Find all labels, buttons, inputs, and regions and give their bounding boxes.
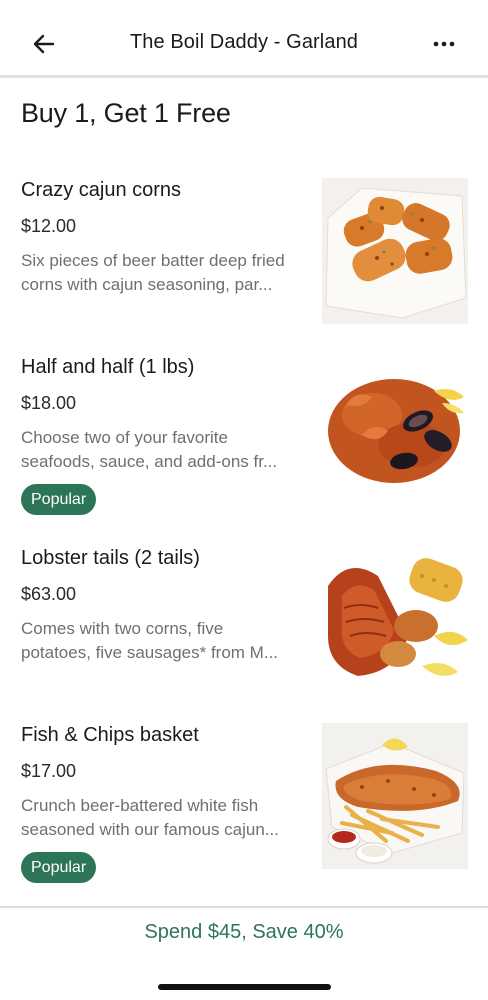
item-description-line: Crunch beer-battered white fish [21, 796, 259, 815]
store-title: The Boil Daddy - Garland [129, 31, 359, 53]
item-description: Choose two of your favorite seafoods, sa… [21, 426, 306, 474]
section-title: Buy 1, Get 1 Free [21, 98, 231, 128]
item-description-line: seafoods, sauce, and add-ons fr... [21, 452, 278, 471]
item-description-line: Six pieces of beer batter deep fried [21, 251, 285, 270]
promo-banner[interactable]: Spend $45, Save 40% [0, 921, 488, 944]
bottom-promo-bar: Spend $45, Save 40% [0, 906, 488, 1000]
back-button[interactable] [28, 28, 60, 60]
menu-item-half-and-half[interactable]: Half and half (1 lbs) $18.00 Choose two … [0, 347, 488, 532]
item-price: $63.00 [21, 584, 77, 604]
popular-badge: Popular [21, 484, 97, 515]
item-price: $18.00 [21, 393, 77, 413]
arrow-left-icon [33, 34, 55, 54]
menu-item-crazy-cajun-corns[interactable]: Crazy cajun corns $12.00 Six pieces of b… [0, 170, 488, 330]
item-description-line: Choose two of your favorite [21, 428, 228, 447]
menu-item-fish-and-chips[interactable]: Fish & Chips basket $17.00 Crunch beer-b… [0, 715, 488, 900]
item-description-line: Comes with two corns, five [21, 619, 224, 638]
more-options-button[interactable] [428, 30, 460, 58]
item-name: Lobster tails (2 tails) [21, 547, 200, 569]
item-price: $12.00 [21, 216, 77, 236]
item-description-line: potatoes, five sausages* from M... [21, 643, 279, 662]
more-horizontal-icon [433, 41, 455, 47]
item-description-line: corns with cajun seasoning, par... [21, 275, 273, 294]
item-description: Crunch beer-battered white fish seasoned… [21, 794, 306, 842]
item-name: Fish & Chips basket [21, 724, 199, 746]
item-description: Six pieces of beer batter deep fried cor… [21, 249, 306, 297]
home-indicator [158, 984, 331, 990]
item-name: Half and half (1 lbs) [21, 356, 195, 378]
item-name: Crazy cajun corns [21, 179, 182, 201]
item-description: Comes with two corns, five potatoes, fiv… [21, 617, 306, 665]
popular-badge: Popular [21, 852, 97, 883]
item-description-line: seasoned with our famous cajun... [21, 820, 279, 839]
item-price: $17.00 [21, 761, 77, 781]
item-photo-cajun-corns [322, 178, 468, 324]
top-nav-bar: The Boil Daddy - Garland [0, 0, 488, 78]
item-photo-seafood-boil [322, 355, 468, 501]
item-photo-lobster-tails [322, 546, 468, 692]
menu-item-lobster-tails[interactable]: Lobster tails (2 tails) $63.00 Comes wit… [0, 538, 488, 698]
item-photo-fish-and-chips [322, 723, 468, 869]
